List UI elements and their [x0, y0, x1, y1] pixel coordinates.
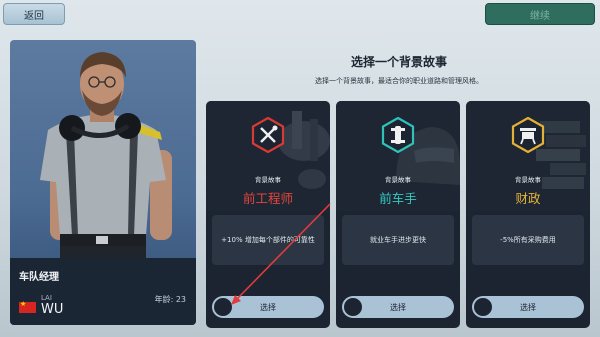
- manager-last-name: WU: [41, 302, 64, 317]
- background-card-finance[interactable]: 背景故事 财政 -5%所有采购费用 选择: [466, 101, 590, 328]
- select-button-label: 选择: [260, 302, 276, 312]
- background-card-engineer[interactable]: 背景故事 前工程师 +10% 增加每个部件的可靠性 选择: [206, 101, 330, 328]
- manager-info-panel: 车队经理 ★ LAI WU 年龄: 23: [10, 258, 196, 325]
- page-subtitle: 选择一个背景故事，最适合你的职业道路和管理风格。: [315, 77, 483, 85]
- card-description: -5%所有采购费用: [472, 215, 584, 265]
- select-button-label: 选择: [390, 302, 406, 312]
- back-button[interactable]: 返回: [3, 3, 65, 25]
- card-title: 前工程师: [242, 191, 293, 206]
- continue-button[interactable]: 继续: [485, 3, 595, 25]
- top-bar: 返回 继续: [0, 0, 600, 32]
- manager-role-title: 车队经理: [19, 272, 59, 283]
- manager-card: 车队经理 ★ LAI WU 年龄: 23: [10, 40, 196, 325]
- card-kicker: 背景故事: [255, 176, 281, 184]
- card-kicker: 背景故事: [385, 176, 411, 184]
- card-title: 财政: [515, 191, 541, 206]
- card-description: +10% 增加每个部件的可靠性: [212, 215, 324, 265]
- card-kicker: 背景故事: [515, 176, 541, 184]
- select-button[interactable]: 选择: [342, 296, 454, 318]
- china-flag-icon: ★: [19, 300, 36, 313]
- page-title: 选择一个背景故事: [350, 55, 447, 69]
- manager-age: 年龄: 23: [154, 295, 186, 304]
- wrench-screwdriver-icon: [251, 117, 285, 153]
- manager-first-name: LAI: [41, 294, 52, 302]
- race-car-icon: [381, 117, 415, 153]
- card-description: 就业车手进步更快: [342, 215, 454, 265]
- background-card-driver[interactable]: 背景故事 前车手 就业车手进步更快 选择: [336, 101, 460, 328]
- select-button[interactable]: 选择: [472, 296, 584, 318]
- money-stack-icon: [511, 117, 545, 153]
- select-button[interactable]: 选择: [212, 296, 324, 318]
- select-button-label: 选择: [520, 302, 536, 312]
- card-title: 前车手: [379, 191, 417, 206]
- manager-portrait: [40, 52, 172, 258]
